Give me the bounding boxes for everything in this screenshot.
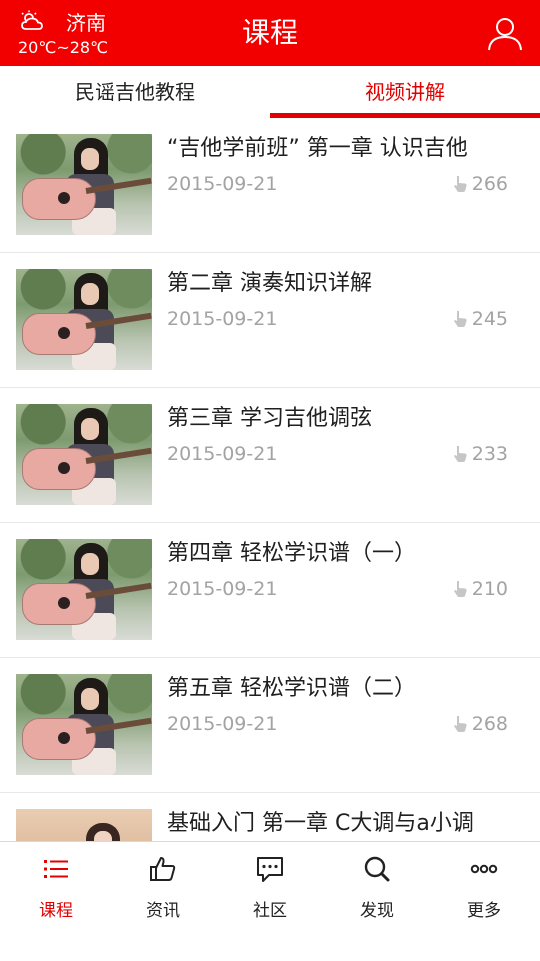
like-count: 233	[471, 443, 508, 465]
nav-news[interactable]: 资讯	[109, 842, 217, 942]
lesson-title: 第三章 学习吉他调弦	[167, 406, 372, 431]
lesson-list[interactable]: “吉他学前班” 第一章 认识吉他 2015-09-21 266 第二章 演奏知识…	[0, 118, 540, 841]
nav-label: 发现	[360, 901, 394, 921]
lesson-date: 2015-09-21	[167, 173, 278, 195]
lesson-thumbnail	[16, 539, 152, 640]
lesson-title: 第五章 轻松学识谱（二）	[167, 676, 416, 701]
page-title: 课程	[241, 16, 298, 49]
nav-community[interactable]: 社区	[216, 842, 324, 942]
bottom-navigation: 课程 资讯 社区 发现 更多	[0, 841, 540, 961]
like-count: 210	[471, 578, 508, 600]
like-count: 266	[471, 173, 508, 195]
lesson-thumbnail	[16, 809, 152, 841]
search-icon	[364, 856, 390, 882]
lesson-thumbnail	[16, 404, 152, 505]
pointer-icon	[453, 311, 467, 327]
like-count-group: 233	[452, 442, 508, 466]
nav-label: 社区	[253, 901, 287, 921]
list-icon	[44, 860, 68, 878]
list-item[interactable]: 第五章 轻松学识谱（二） 2015-09-21 268	[0, 658, 540, 793]
pointer-icon	[453, 716, 467, 732]
pointer-icon	[453, 176, 467, 192]
lesson-date: 2015-09-21	[167, 713, 278, 735]
chat-icon	[257, 857, 283, 882]
lesson-date: 2015-09-21	[167, 308, 278, 330]
thumbs-up-icon	[150, 857, 176, 881]
lesson-title: 基础入门 第一章 C大调与a小调	[167, 811, 474, 836]
pointer-icon	[453, 581, 467, 597]
tab-video-explanation[interactable]: 视频讲解	[270, 66, 540, 118]
user-icon[interactable]	[486, 14, 524, 52]
lesson-title: 第四章 轻松学识谱（一）	[167, 541, 416, 566]
lesson-date: 2015-09-21	[167, 578, 278, 600]
lesson-date: 2015-09-21	[167, 443, 278, 465]
like-count-group: 245	[452, 307, 508, 331]
nav-label: 课程	[39, 901, 73, 921]
like-count: 245	[471, 308, 508, 330]
like-count: 268	[471, 713, 508, 735]
like-count-group: 268	[452, 712, 508, 736]
lesson-title: “吉他学前班” 第一章 认识吉他	[167, 136, 468, 161]
pointer-icon	[453, 446, 467, 462]
lesson-title: 第二章 演奏知识详解	[167, 271, 372, 296]
nav-label: 更多	[467, 901, 501, 921]
tab-bar: 民谣吉他教程 视频讲解	[0, 66, 540, 119]
list-item[interactable]: 第四章 轻松学识谱（一） 2015-09-21 210	[0, 523, 540, 658]
nav-more[interactable]: 更多	[430, 842, 538, 942]
nav-label: 资讯	[146, 901, 180, 921]
nav-courses[interactable]: 课程	[2, 842, 110, 942]
list-item[interactable]: 第二章 演奏知识详解 2015-09-21 245	[0, 253, 540, 388]
lesson-thumbnail	[16, 269, 152, 370]
nav-discover[interactable]: 发现	[323, 842, 431, 942]
list-item[interactable]: 第三章 学习吉他调弦 2015-09-21 233	[0, 388, 540, 523]
tab-guitar-tutorial[interactable]: 民谣吉他教程	[0, 66, 270, 118]
lesson-thumbnail	[16, 674, 152, 775]
like-count-group: 266	[452, 172, 508, 196]
lesson-thumbnail	[16, 134, 152, 235]
more-icon	[470, 864, 498, 874]
like-count-group: 210	[452, 577, 508, 601]
list-item[interactable]: 基础入门 第一章 C大调与a小调	[0, 793, 540, 841]
list-item[interactable]: “吉他学前班” 第一章 认识吉他 2015-09-21 266	[0, 118, 540, 253]
app-header: 济南 20℃~28℃ 课程	[0, 0, 540, 66]
